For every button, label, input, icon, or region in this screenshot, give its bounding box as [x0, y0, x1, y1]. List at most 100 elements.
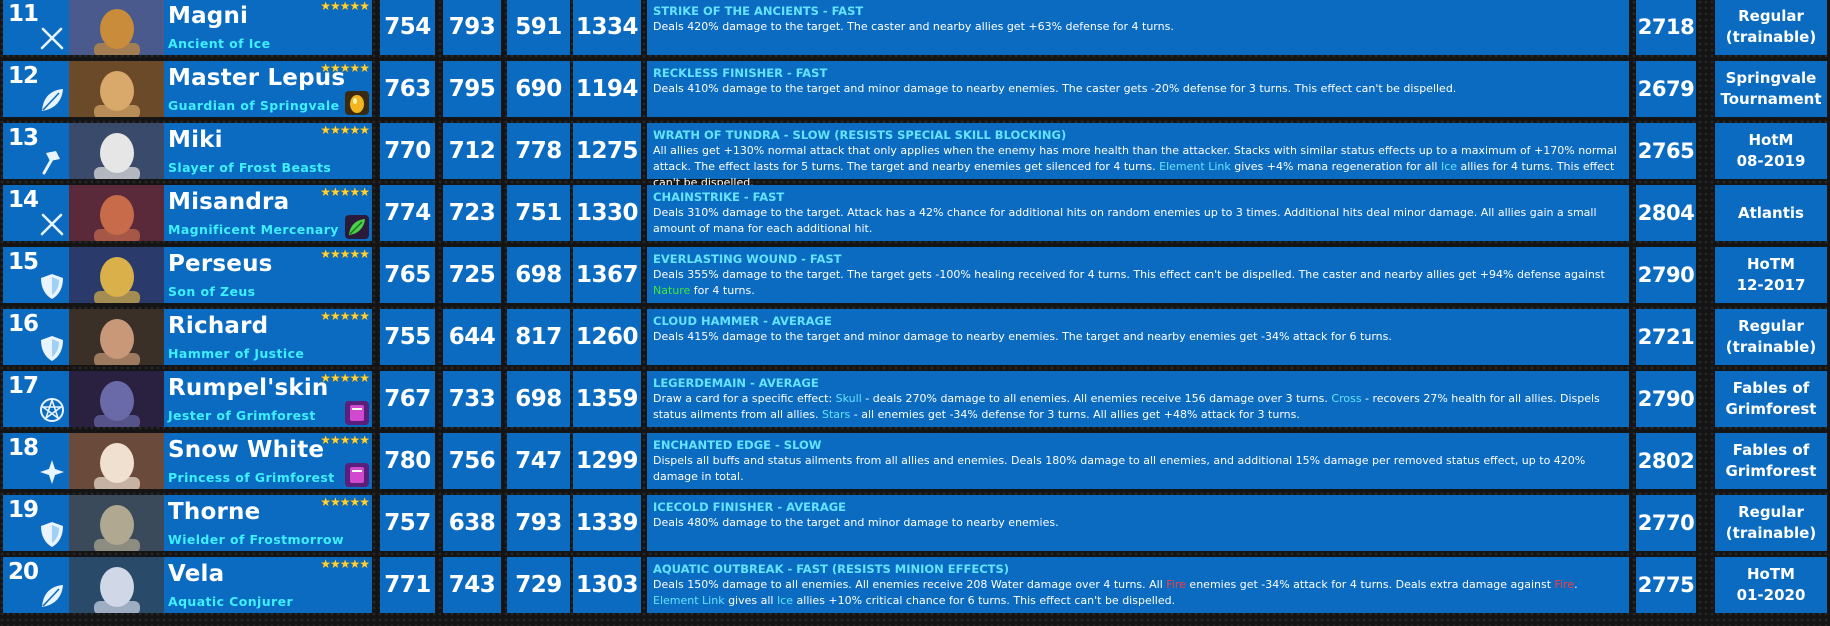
skill-cell: RECKLESS FINISHER - FAST Deals 410% dama… [647, 61, 1629, 117]
skill-text-segment: Deals 355% damage to the target. The tar… [653, 268, 1605, 281]
skill-text-segment: for 4 turns. [690, 284, 755, 297]
power-stat: 1194 [573, 61, 641, 117]
source-cell: Regular (trainable) [1715, 0, 1827, 55]
egg-icon [345, 91, 369, 115]
skill-keyword: Ice [776, 594, 794, 607]
hero-name: Snow White [168, 437, 325, 463]
skill-text-segment: . [1574, 578, 1578, 591]
power-stat: 1303 [573, 557, 641, 613]
green-leaf-icon [345, 215, 369, 239]
hero-rank: 14 [8, 187, 39, 213]
team-power-stat: 2679 [1636, 61, 1696, 117]
health-stat: 729 [507, 557, 570, 613]
hero-cell[interactable]: 19 Thorne Wielder of Frostmorrow ★★★★★ [3, 495, 372, 551]
hero-name: Misandra [168, 189, 290, 215]
star-rating-icon: ★★★★★ [320, 0, 370, 13]
hero-title: Wielder of Frostmorrow [168, 532, 344, 547]
skill-cell: ENCHANTED EDGE - SLOW Dispels all buffs … [647, 433, 1629, 489]
hero-title: Aquatic Conjurer [168, 594, 294, 609]
skill-text-segment: Deals 480% damage to the target and mino… [653, 516, 1059, 529]
hero-name: Vela [168, 561, 225, 587]
defense-stat: 743 [443, 557, 501, 613]
team-power-stat: 2770 [1636, 495, 1696, 551]
star-rating-icon: ★★★★★ [320, 185, 370, 199]
power-stat: 1330 [573, 185, 641, 241]
star-rating-icon: ★★★★★ [320, 371, 370, 385]
shield-icon [37, 519, 67, 549]
health-stat: 690 [507, 61, 570, 117]
power-stat: 1334 [573, 0, 641, 55]
source-label: Atlantis [1738, 203, 1804, 222]
shield-icon [37, 271, 67, 301]
hero-cell[interactable]: 11 Magni Ancient of Ice ★★★★★ [3, 0, 372, 55]
health-stat: 591 [507, 0, 570, 55]
source-cell: HoTM 12-2017 [1715, 247, 1827, 303]
skill-name: EVERLASTING WOUND - FAST [653, 252, 842, 266]
skill-text-segment: enemies get -34% attack for 4 turns. Dea… [1185, 578, 1555, 591]
team-power-stat: 2765 [1636, 123, 1696, 179]
attack-stat: 757 [380, 495, 435, 551]
hero-title: Slayer of Frost Beasts [168, 160, 332, 175]
hero-name: Perseus [168, 251, 273, 277]
skill-cell: ICECOLD FINISHER - AVERAGE Deals 480% da… [647, 495, 1629, 551]
skill-description: Draw a card for a specific effect: Skull… [653, 391, 1623, 423]
team-power-stat: 2790 [1636, 371, 1696, 427]
attack-stat: 755 [380, 309, 435, 365]
table-row: 15 Perseus Son of Zeus ★★★★★ 765 725 698… [0, 247, 1830, 303]
skill-cell: STRIKE OF THE ANCIENTS - FAST Deals 420%… [647, 0, 1629, 55]
skill-keyword: Fire [1554, 578, 1575, 591]
hero-title: Ancient of Ice [168, 36, 271, 51]
source-label: HoTM 12-2017 [1736, 255, 1806, 294]
hero-portrait [69, 185, 164, 241]
hero-cell[interactable]: 16 Richard Hammer of Justice ★★★★★ [3, 309, 372, 365]
skill-text-segment: Deals 410% damage to the target and mino… [653, 82, 1457, 95]
hero-rank: 19 [8, 497, 39, 523]
skill-name: STRIKE OF THE ANCIENTS - FAST [653, 4, 864, 18]
defense-stat: 733 [443, 371, 501, 427]
skill-name: ENCHANTED EDGE - SLOW [653, 438, 822, 452]
team-power-stat: 2802 [1636, 433, 1696, 489]
source-cell: Fables of Grimforest [1715, 433, 1827, 489]
hero-name: Miki [168, 127, 223, 153]
team-power-stat: 2718 [1636, 0, 1696, 55]
source-cell: Regular (trainable) [1715, 309, 1827, 365]
hero-title: Princess of Grimforest [168, 470, 335, 485]
hero-cell[interactable]: 12 Master Lepus Guardian of Springvale ★… [3, 61, 372, 117]
skill-name: WRATH OF TUNDRA - SLOW (RESISTS SPECIAL … [653, 128, 1067, 142]
hero-cell[interactable]: 14 Misandra Magnificent Mercenary ★★★★★ [3, 185, 372, 241]
hammer-icon [37, 147, 67, 177]
skill-keyword: Element Link [653, 594, 725, 607]
source-cell: HoTM 01-2020 [1715, 557, 1827, 613]
skill-keyword: Cross [1331, 392, 1362, 405]
source-cell: Springvale Tournament [1715, 61, 1827, 117]
skill-text-segment: Draw a card for a specific effect: [653, 392, 836, 405]
skill-name: ICECOLD FINISHER - AVERAGE [653, 500, 847, 514]
attack-stat: 780 [380, 433, 435, 489]
shield-icon [37, 333, 67, 363]
hero-title: Son of Zeus [168, 284, 256, 299]
source-label: Fables of Grimforest [1725, 441, 1817, 480]
hero-portrait [69, 495, 164, 551]
table-row: 19 Thorne Wielder of Frostmorrow ★★★★★ 7… [0, 495, 1830, 551]
power-stat: 1367 [573, 247, 641, 303]
source-cell: Fables of Grimforest [1715, 371, 1827, 427]
skill-cell: WRATH OF TUNDRA - SLOW (RESISTS SPECIAL … [647, 123, 1629, 189]
skill-description: Deals 480% damage to the target and mino… [653, 515, 1623, 531]
hero-cell[interactable]: 13 Miki Slayer of Frost Beasts ★★★★★ [3, 123, 372, 179]
attack-stat: 763 [380, 61, 435, 117]
star-rating-icon: ★★★★★ [320, 123, 370, 137]
power-stat: 1339 [573, 495, 641, 551]
hero-portrait [69, 557, 164, 613]
hero-cell[interactable]: 18 Snow White Princess of Grimforest ★★★… [3, 433, 372, 489]
skill-name: RECKLESS FINISHER - FAST [653, 66, 828, 80]
defense-stat: 712 [443, 123, 501, 179]
skill-cell: EVERLASTING WOUND - FAST Deals 355% dama… [647, 247, 1629, 303]
team-power-stat: 2721 [1636, 309, 1696, 365]
skill-description: Deals 355% damage to the target. The tar… [653, 267, 1623, 299]
star-rating-icon: ★★★★★ [320, 433, 370, 447]
hero-cell[interactable]: 15 Perseus Son of Zeus ★★★★★ [3, 247, 372, 303]
table-row: 14 Misandra Magnificent Mercenary ★★★★★ … [0, 185, 1830, 241]
hero-cell[interactable]: 17 Rumpel'skin Jester of Grimforest ★★★★… [3, 371, 372, 427]
hero-cell[interactable]: 20 Vela Aquatic Conjurer ★★★★★ [3, 557, 372, 613]
hero-rank: 12 [8, 63, 39, 89]
